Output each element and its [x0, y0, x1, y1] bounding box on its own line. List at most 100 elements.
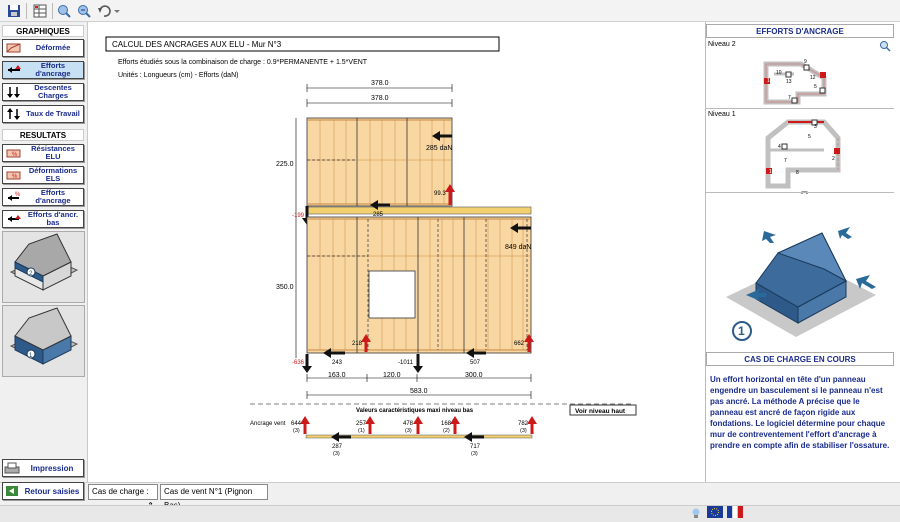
- zoom-in-icon[interactable]: [56, 3, 72, 19]
- svg-text:1: 1: [769, 169, 772, 175]
- anchor-lower-value-1: 717 (3): [464, 432, 484, 457]
- zoom-out-icon[interactable]: [76, 3, 92, 19]
- svg-text:5: 5: [808, 134, 811, 140]
- svg-text:644: 644: [291, 421, 302, 427]
- svg-text:%: %: [12, 152, 18, 158]
- cas-de-charge-description: Un effort horizontal en tête d'un pannea…: [710, 375, 890, 450]
- base-left-force: -636: [292, 360, 305, 366]
- dim-height-lower: 350.0: [276, 284, 294, 291]
- efforts-ancrage-result-button[interactable]: % Efforts d'ancrage: [2, 188, 84, 206]
- graphiques-title: GRAPHIQUES: [2, 25, 84, 37]
- status-bar: Retour saisies Cas de charge : ⇕ Cas de …: [0, 482, 900, 522]
- anchor-value-3: 168 (2): [441, 416, 460, 434]
- resultats-title: RESULTATS: [2, 129, 84, 141]
- wind-arrow-3: [762, 231, 776, 243]
- base-243-label: 243: [332, 360, 343, 366]
- deformations-els-button[interactable]: % Déformations ELS: [2, 166, 84, 184]
- lower-left-reaction-label: 218: [352, 341, 363, 347]
- anchor-value-2: 478 (3): [403, 416, 423, 434]
- svg-text:(3): (3): [293, 428, 300, 434]
- dim-top-1: 378.0: [371, 80, 389, 87]
- undo-icon[interactable]: [96, 3, 112, 19]
- impression-button[interactable]: Impression: [2, 459, 84, 477]
- lower-wall: [306, 216, 532, 354]
- units-label: Unités : Longueurs (cm) - Efforts (daN): [118, 72, 238, 79]
- valeurs-title: Valeurs caractéristiques maxi niveau bas: [356, 408, 474, 414]
- cas-de-charge-select[interactable]: Cas de charge : ⇕: [88, 484, 158, 510]
- lightbulb-icon: [690, 507, 702, 519]
- svg-text:9: 9: [804, 59, 807, 65]
- voir-niveau-haut-label: Voir niveau haut: [575, 408, 626, 415]
- lower-right-reaction-label: 662: [514, 341, 525, 347]
- save-icon[interactable]: [6, 3, 22, 19]
- efforts-ancrage-bas-icon: [5, 212, 23, 226]
- level-2-thumbnail[interactable]: 2: [2, 231, 85, 303]
- svg-text:717: 717: [470, 444, 481, 450]
- svg-text:287: 287: [332, 444, 343, 450]
- ancrage-vent-label: Ancrage vent: [250, 421, 286, 427]
- sidebar: GRAPHIQUES Déformée Efforts d'ancrage De…: [0, 22, 88, 482]
- dropdown-arrow-icon[interactable]: [112, 3, 122, 19]
- cas-de-charge-value: Cas de vent N°1 (Pignon Bas): [160, 484, 268, 510]
- svg-text:478: 478: [403, 421, 414, 427]
- efforts-ancrage-bas-button[interactable]: Efforts d'ancr. bas: [2, 210, 84, 228]
- svg-text:12: 12: [810, 75, 816, 81]
- table-icon[interactable]: [32, 3, 48, 19]
- svg-text:257: 257: [356, 421, 367, 427]
- svg-text:(3): (3): [333, 451, 340, 457]
- toolbar: [0, 0, 900, 22]
- load-combination: Efforts étudiés sous la combinaison de c…: [118, 59, 368, 66]
- svg-text:%: %: [15, 192, 21, 198]
- anchor-value-4: 782 (3): [518, 416, 537, 434]
- efforts-ancrage-title: EFFORTS D'ANCRAGE: [706, 24, 894, 38]
- svg-text:7: 7: [784, 158, 787, 164]
- niveau-2-label: Niveau 2: [708, 41, 736, 48]
- resistances-icon: %: [5, 146, 23, 160]
- svg-text:8: 8: [796, 170, 799, 176]
- dim-bottom-b: 120.0: [383, 372, 401, 379]
- base-mid-label: -1011: [398, 360, 414, 366]
- anchor-value-0: 644 (3): [291, 416, 310, 434]
- load-case-number: 1: [738, 324, 745, 338]
- deformations-icon: %: [5, 168, 23, 182]
- magnifier-icon[interactable]: [879, 40, 891, 52]
- dim-bottom-c: 300.0: [465, 372, 483, 379]
- dim-bottom-a: 163.0: [328, 372, 346, 379]
- base-mid-arrow: [413, 354, 423, 373]
- upper-wall: [306, 117, 453, 207]
- svg-text:782: 782: [518, 421, 529, 427]
- eu-flag-icon[interactable]: [707, 506, 723, 518]
- anchor-lower-value-0: 287 (3): [331, 432, 351, 457]
- level-1-thumbnail[interactable]: 1: [2, 305, 85, 377]
- anchor-value-1: 257 (1): [356, 416, 375, 434]
- plan-niveau-1: 3 4 5 7 8 2 1: [765, 119, 841, 194]
- svg-text:168: 168: [441, 421, 452, 427]
- house-3d-wind-diagram: 1: [726, 227, 876, 341]
- taux-travail-icon: [5, 107, 23, 121]
- dim-top-2: 378.0: [371, 95, 389, 102]
- svg-text:2: 2: [832, 156, 835, 162]
- svg-text:(3): (3): [471, 451, 478, 457]
- efforts-ancrage-graph-button[interactable]: Efforts d'ancrage: [2, 61, 84, 79]
- descentes-charges-icon: [5, 85, 23, 99]
- french-flag-icon[interactable]: [727, 506, 743, 518]
- back-icon: [3, 485, 21, 497]
- retour-saisies-button[interactable]: Retour saisies: [2, 482, 84, 500]
- resistances-elu-button[interactable]: % Résistances ELU: [2, 144, 84, 162]
- svg-text:(3): (3): [520, 428, 527, 434]
- dim-height-upper: 225.0: [276, 161, 294, 168]
- upper-reaction-label: 99.3: [434, 191, 446, 197]
- deformee-button[interactable]: Déformée: [2, 39, 84, 57]
- drawing-area: CALCUL DES ANCRAGES AUX ELU - Mur N°3 Ef…: [89, 22, 704, 482]
- svg-text:13: 13: [786, 79, 792, 85]
- efforts-ancrage-icon: [5, 63, 23, 77]
- deformee-icon: [5, 41, 23, 55]
- svg-text:(2): (2): [443, 428, 450, 434]
- taux-travail-button[interactable]: Taux de Travail: [2, 105, 84, 123]
- dim-bottom-total: 583.0: [410, 388, 428, 395]
- window-opening: [368, 270, 416, 319]
- plan-niveau-2: 9 10 13 12 5 7 1: [763, 59, 827, 105]
- svg-text:5: 5: [814, 84, 817, 90]
- descentes-charges-button[interactable]: Descentes Charges: [2, 83, 84, 101]
- base-507-label: 507: [470, 360, 481, 366]
